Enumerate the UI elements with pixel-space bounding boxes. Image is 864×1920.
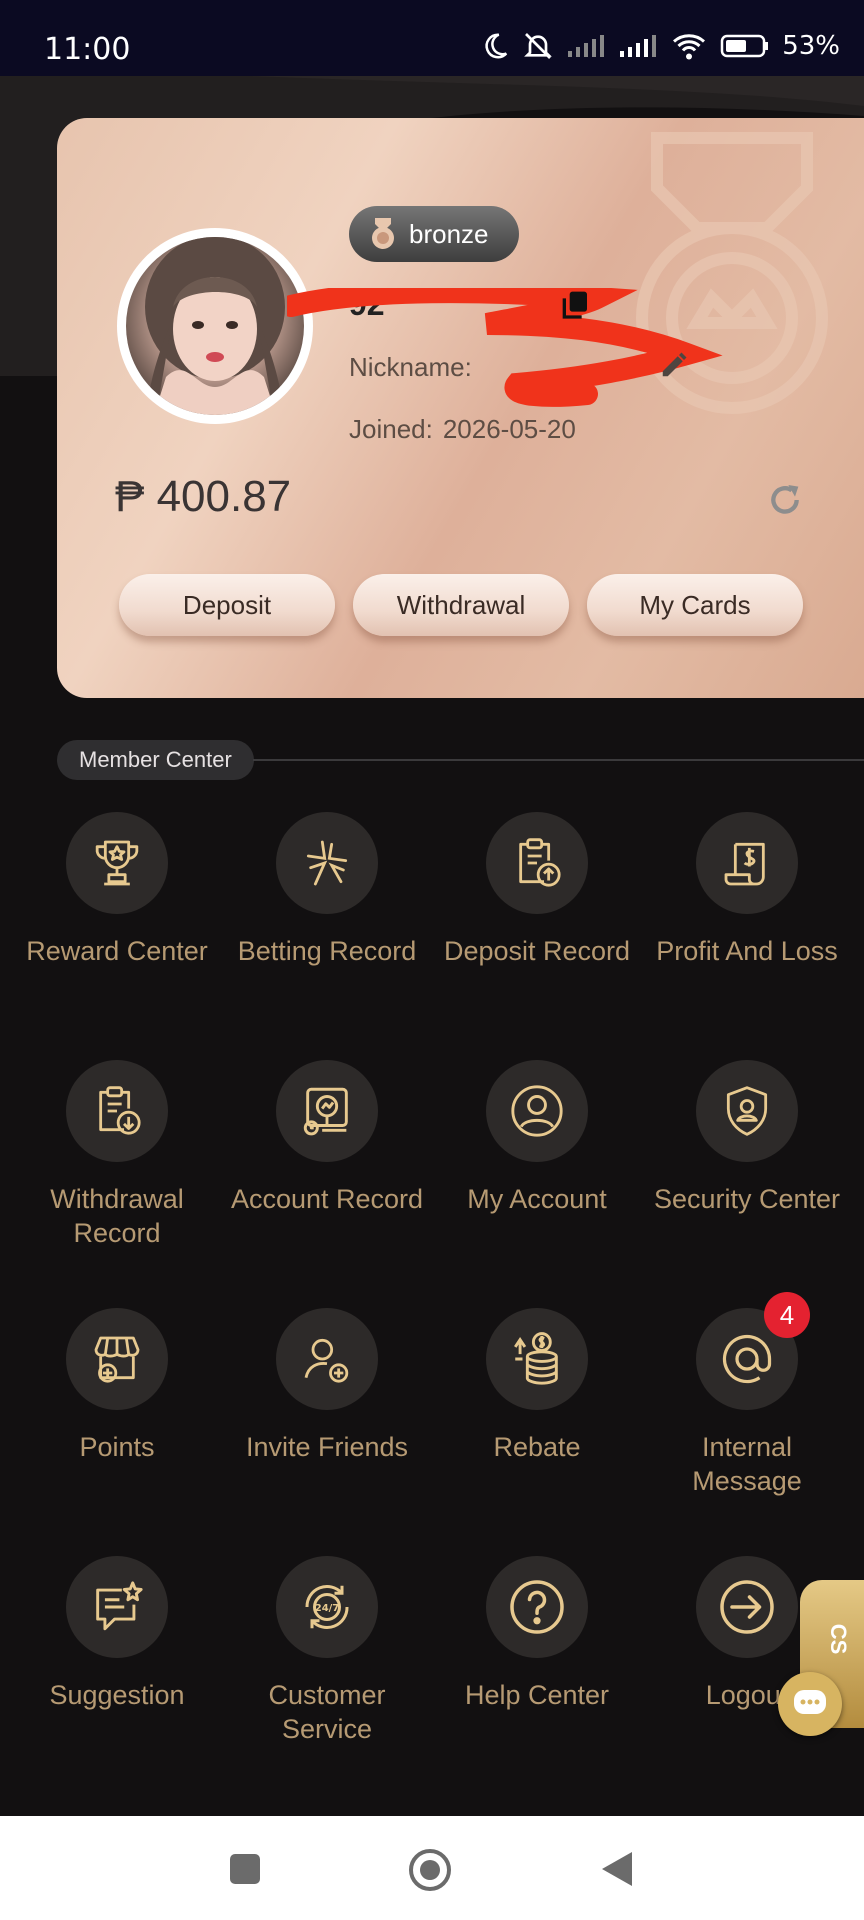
menu-item-help-center[interactable]: Help Center: [432, 1556, 642, 1712]
portrait-image: [145, 237, 285, 415]
menu-item-label: Points: [79, 1432, 155, 1462]
menu-item-label: Account Record: [230, 1184, 424, 1214]
account-record-icon: [303, 1087, 348, 1136]
bell-off-icon: [524, 33, 553, 59]
menu-item-label: My Account: [467, 1184, 607, 1214]
bronze-medal-icon: [372, 218, 394, 249]
nickname-label: Nickname:: [349, 352, 472, 382]
menu-item-label: Help Center: [464, 1680, 610, 1710]
clipboard-upload-icon: [519, 838, 561, 887]
wallet-actions: Deposit Withdrawal My Cards: [119, 574, 803, 636]
status-time: 11:00: [44, 32, 131, 67]
edit-icon[interactable]: [659, 350, 689, 380]
receipt-dollar-icon: [724, 842, 765, 886]
system-nav-bar: [0, 1816, 864, 1920]
menu-item-label: Betting Record: [237, 936, 417, 966]
clipboard-download-icon: [99, 1086, 141, 1135]
menu-item-customer-service[interactable]: 24/7 Customer Service: [222, 1556, 432, 1746]
menu-item-label: Withdrawal Record: [50, 1184, 184, 1248]
menu-item-my-account[interactable]: My Account: [432, 1060, 642, 1216]
menu-item-label: Reward Center: [26, 936, 208, 966]
status-bar: 11:00 53%: [0, 0, 864, 76]
menu-item-label: Customer Service: [268, 1680, 386, 1744]
signal-icon: [620, 35, 657, 57]
joined-label: Joined:: [349, 414, 433, 444]
wallet-balance: ₱ 400.87: [115, 472, 292, 521]
avatar[interactable]: [117, 228, 313, 424]
stars-icon: [306, 840, 348, 886]
menu-item-deposit-record[interactable]: Deposit Record: [432, 812, 642, 968]
menu-item-suggestion[interactable]: Suggestion: [12, 1556, 222, 1712]
avatar-photo: [126, 237, 304, 415]
battery-percent: 53%: [782, 31, 840, 61]
unread-count-badge: 4: [764, 1292, 810, 1338]
support-24-7-icon: 24/7: [305, 1584, 349, 1630]
signal-icon: [568, 35, 605, 57]
divider: [253, 759, 864, 761]
menu-item-label: Internal Message: [692, 1432, 802, 1496]
chat-bubble-icon: [794, 1690, 826, 1714]
member-center-title: Member Center: [57, 740, 254, 780]
menu-item-label: Suggestion: [49, 1680, 185, 1710]
joined-date: 2026-05-20: [442, 414, 576, 444]
menu-item-points[interactable]: Points: [12, 1308, 222, 1464]
menu-item-label: Profit And Loss: [656, 936, 838, 966]
joined-info: Joined: 2026-05-20: [349, 414, 576, 445]
menu-item-betting-record[interactable]: Betting Record: [222, 812, 432, 968]
vip-level-badge: bronze: [349, 206, 519, 262]
menu-item-label: Security Center: [653, 1184, 841, 1214]
menu-item-rebate[interactable]: Rebate: [432, 1308, 642, 1464]
menu-item-label: Deposit Record: [443, 936, 631, 966]
withdrawal-button[interactable]: Withdrawal: [353, 574, 569, 636]
wifi-icon: [673, 34, 706, 60]
menu-item-invite-friends[interactable]: Invite Friends: [222, 1308, 432, 1464]
menu-item-label: Invite Friends: [245, 1432, 409, 1462]
menu-item-account-record[interactable]: Account Record: [222, 1060, 432, 1216]
menu-item-reward-center[interactable]: Reward Center: [12, 812, 222, 968]
vip-level-label: bronze: [409, 218, 489, 249]
add-user-icon: [304, 1338, 349, 1383]
deposit-button[interactable]: Deposit: [119, 574, 335, 636]
user-circle-icon: [511, 1085, 563, 1137]
help-icon: [510, 1580, 564, 1634]
status-icons: 53%: [480, 30, 840, 62]
moon-icon: [485, 33, 508, 59]
trophy-icon: [95, 840, 139, 886]
shield-user-icon: [726, 1086, 768, 1136]
cs-label: CS: [826, 1623, 851, 1655]
at-sign-icon: [722, 1334, 772, 1384]
member-center-header: Member Center: [57, 740, 864, 780]
svg-text:24/7: 24/7: [315, 1603, 340, 1614]
menu-item-withdrawal-record[interactable]: Withdrawal Record: [12, 1060, 222, 1250]
home-icon[interactable]: [408, 1848, 452, 1892]
menu-item-profit-and-loss[interactable]: Profit And Loss: [642, 812, 852, 968]
feedback-icon: [96, 1581, 143, 1631]
coins-icon: [514, 1332, 558, 1385]
copy-icon[interactable]: [559, 288, 591, 322]
menu-item-internal-message[interactable]: 4 Internal Message: [642, 1292, 852, 1498]
my-cards-button[interactable]: My Cards: [587, 574, 803, 636]
menu-item-label: Rebate: [493, 1432, 581, 1462]
battery-icon: [720, 34, 769, 58]
recent-apps-icon[interactable]: [228, 1852, 262, 1886]
menu-item-security-center[interactable]: Security Center: [642, 1060, 852, 1216]
shop-icon: [94, 1336, 140, 1383]
chat-float-button[interactable]: [778, 1672, 842, 1736]
back-icon[interactable]: [600, 1850, 634, 1888]
profile-card: bronze 92 Nickname: Joined: 2026-05-20 ₱ …: [57, 118, 864, 698]
refresh-icon[interactable]: [765, 480, 805, 520]
logout-icon: [720, 1580, 774, 1634]
